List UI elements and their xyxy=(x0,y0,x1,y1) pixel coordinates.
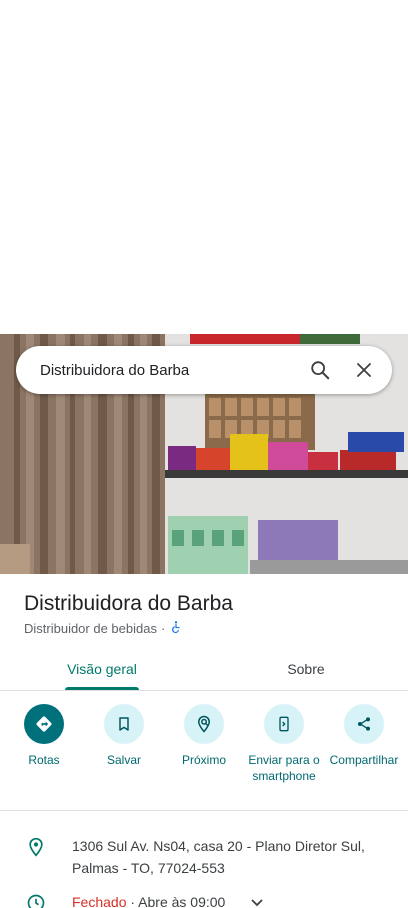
action-row: Rotas Salvar Próximo Enviar para o smart… xyxy=(0,704,408,784)
place-category[interactable]: Distribuidor de bebidas xyxy=(24,621,157,636)
save-button[interactable]: Salvar xyxy=(84,704,164,784)
place-subtitle: Distribuidor de bebidas · xyxy=(24,620,183,637)
share-button[interactable]: Compartilhar xyxy=(324,704,404,784)
chevron-down-icon[interactable] xyxy=(251,894,263,908)
tab-bar: Visão geral Sobre xyxy=(0,648,408,691)
tab-overview[interactable]: Visão geral xyxy=(0,648,204,690)
send-to-phone-button[interactable]: Enviar para o smartphone xyxy=(244,704,324,784)
tab-active-indicator xyxy=(65,687,139,690)
nearby-label: Próximo xyxy=(181,753,226,767)
status-closed: Fechado xyxy=(72,894,127,908)
hours-row[interactable]: Fechado · Abre às 09:00 xyxy=(24,891,263,908)
location-pin-icon xyxy=(24,835,48,859)
directions-button[interactable]: Rotas xyxy=(4,704,84,784)
search-icon[interactable] xyxy=(298,348,342,392)
address-text: 1306 Sul Av. Ns04, casa 20 - Plano Diret… xyxy=(72,835,365,879)
tab-about-label: Sobre xyxy=(287,661,325,677)
save-label: Salvar xyxy=(106,753,141,767)
wheelchair-icon xyxy=(169,620,183,637)
share-label: Compartilhar xyxy=(329,753,399,767)
search-input[interactable]: Distribuidora do Barba xyxy=(16,362,298,379)
clock-icon xyxy=(24,891,48,908)
address-line1: 1306 Sul Av. Ns04, casa 20 - Plano Diret… xyxy=(72,838,365,854)
directions-label: Rotas xyxy=(28,753,60,767)
nearby-button[interactable]: Próximo xyxy=(164,704,244,784)
separator: · xyxy=(160,621,166,636)
tab-overview-label: Visão geral xyxy=(67,661,137,677)
bookmark-icon xyxy=(104,704,144,744)
share-icon xyxy=(344,704,384,744)
divider xyxy=(0,810,408,811)
close-icon[interactable] xyxy=(342,348,386,392)
tab-about[interactable]: Sobre xyxy=(204,648,408,690)
search-bar[interactable]: Distribuidora do Barba xyxy=(16,346,392,394)
address-line2: Palmas - TO, 77024-553 xyxy=(72,860,225,876)
send-to-phone-label: Enviar para o smartphone xyxy=(248,753,320,783)
nearby-icon xyxy=(184,704,224,744)
place-title: Distribuidora do Barba xyxy=(24,592,233,615)
send-to-phone-icon xyxy=(264,704,304,744)
hours-text: Fechado · Abre às 09:00 xyxy=(72,891,263,908)
directions-icon xyxy=(24,704,64,744)
address-row[interactable]: 1306 Sul Av. Ns04, casa 20 - Plano Diret… xyxy=(24,835,365,879)
opening-hours: · Abre às 09:00 xyxy=(126,894,226,908)
